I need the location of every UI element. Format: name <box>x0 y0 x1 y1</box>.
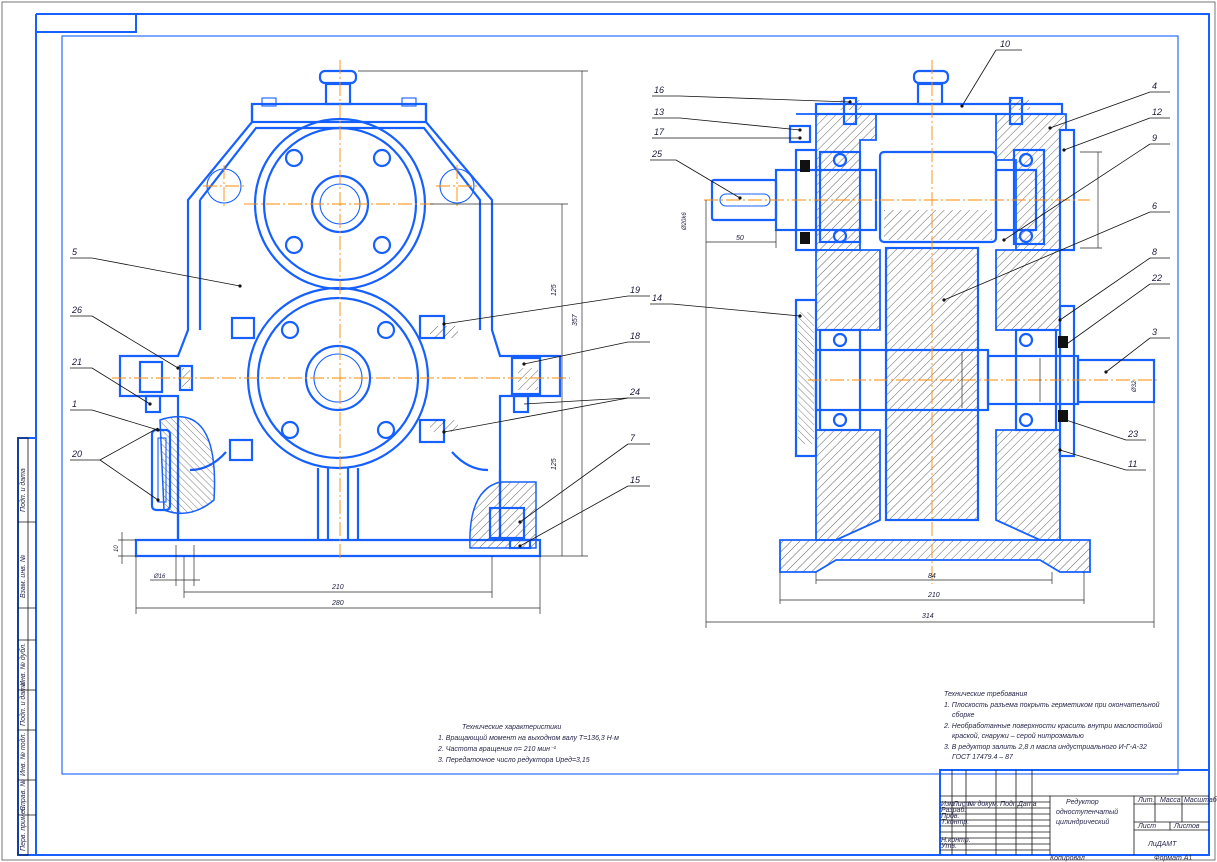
tech-specs-line: 1. Вращающий момент на выходном валу T=1… <box>438 734 619 742</box>
dim-210-front: 210 <box>331 584 344 591</box>
callout-number: 9 <box>1152 133 1157 143</box>
callout-number: 18 <box>630 331 640 341</box>
tech-specs-line: 2. Частота вращения n= 210 мин⁻¹ <box>437 746 557 753</box>
strip-label: Подп. и дата <box>19 468 27 512</box>
leader-dot <box>518 544 522 548</box>
tech-specs-line: 3. Передаточное число редуктора Uред=3,1… <box>438 756 590 764</box>
tb-role: Утв. <box>940 843 957 850</box>
tb-role: Т.контр. <box>941 819 969 826</box>
callout-number: 19 <box>630 285 640 295</box>
callout-number: 6 <box>1152 201 1157 211</box>
dim-125-lower: 125 <box>551 458 558 470</box>
leader-dot <box>442 322 446 326</box>
dim-10: 10 <box>114 545 120 552</box>
tb-col: Дата <box>1017 801 1037 808</box>
tech-req-line: 3. В редуктор залить 2,8 л масла индустр… <box>944 743 1147 751</box>
leader-dot <box>156 498 160 502</box>
tb-name: цилиндрический <box>1056 818 1109 826</box>
leader-dot <box>1058 416 1062 420</box>
tb-lit: Лит. <box>1137 797 1154 804</box>
callout-number: 11 <box>1128 459 1137 469</box>
leader-dot <box>1062 148 1066 152</box>
callout-number: 25 <box>651 149 663 159</box>
leader-dot <box>798 314 802 318</box>
callout-number: 14 <box>652 293 662 303</box>
leader-dot <box>738 196 742 200</box>
callout-number: 1 <box>72 399 77 409</box>
tb-col: Подп. <box>1000 800 1019 808</box>
tech-req-line: сборке <box>952 711 975 719</box>
tb-col: № докум. <box>968 800 999 808</box>
leader-dot <box>1058 318 1062 322</box>
callout-number: 12 <box>1152 107 1162 117</box>
dim-125-upper: 125 <box>551 284 558 296</box>
callout-number: 3 <box>1152 327 1157 337</box>
callout-number: 20 <box>71 449 82 459</box>
tb-name: одноступенчатый <box>1056 808 1118 816</box>
leader-dot <box>148 402 152 406</box>
tech-req-line: краской, снаружи – серой нитроэмалью <box>952 732 1084 740</box>
tech-req-line: ГОСТ 17479.4 – 87 <box>952 754 1014 761</box>
callout-number: 21 <box>71 357 82 367</box>
tech-req-line: 1. Плоскость разъема покрыть герметиком … <box>944 701 1160 709</box>
tech-req-title: Технические требования <box>944 690 1027 698</box>
tb-mass: Масса <box>1160 797 1181 804</box>
callout-number: 8 <box>1152 247 1157 257</box>
callout-number: 24 <box>629 387 640 397</box>
dim-input-shaft: Ø20k6 <box>682 212 688 231</box>
leader-dot <box>1104 370 1108 374</box>
callout-number: 15 <box>630 475 641 485</box>
leader-dot <box>798 128 802 132</box>
leader-dot <box>942 298 946 302</box>
leader-dot <box>1002 238 1006 242</box>
callout-number: 4 <box>1152 81 1157 91</box>
dim-314: 314 <box>922 613 934 620</box>
leader-dot <box>518 520 522 524</box>
strip-label: Перв. примен. <box>20 804 27 851</box>
callout-number: 26 <box>71 305 82 315</box>
tb-name: Редуктор <box>1066 798 1099 806</box>
tech-specs-title: Технические характеристики <box>462 724 561 731</box>
strip-label: Взам. инв. № <box>20 554 27 598</box>
tb-scale: Масштаб <box>1184 796 1217 804</box>
tb-format: Формат А1 <box>1154 855 1192 862</box>
callout-number: 13 <box>654 107 664 117</box>
leader-dot <box>522 362 526 366</box>
leader-dot <box>1058 448 1062 452</box>
dim-280: 280 <box>331 600 344 607</box>
strip-label: Инв. № дубл. <box>19 643 27 686</box>
leader-dot <box>848 100 852 104</box>
callout-number: 10 <box>1000 39 1010 49</box>
tech-req-line: 2. Необработанные поверхности красить вн… <box>943 722 1162 730</box>
leader-dot <box>798 136 802 140</box>
callout-number: 23 <box>1127 429 1138 439</box>
leader-dot <box>238 284 242 288</box>
callout-number: 22 <box>1151 273 1162 283</box>
dim-50: 50 <box>736 235 744 242</box>
dim-84: 84 <box>928 573 936 580</box>
dim-output-shaft: Ø32 <box>1132 380 1138 393</box>
tb-sheets: Листов <box>1173 823 1200 830</box>
assembly-drawing: Подп. и дата Взам. инв. № Инв. № дубл. П… <box>1 1 1217 862</box>
dim-d16: Ø16 <box>153 574 166 580</box>
dim-210-section: 210 <box>927 592 940 599</box>
strip-label: Подп. и дата <box>19 682 27 726</box>
dim-357: 357 <box>572 313 579 326</box>
strip-label: Инв. № подл. <box>19 733 27 776</box>
tb-copied: Копировал <box>1050 855 1085 862</box>
callout-number: 16 <box>654 85 664 95</box>
leader-dot <box>1048 126 1052 130</box>
leader-dot <box>1062 344 1066 348</box>
leader-dot <box>960 104 964 108</box>
tb-org: ЛиДАМТ <box>1147 841 1177 848</box>
callout-number: 17 <box>654 127 665 137</box>
leader-dot <box>442 430 446 434</box>
leader-dot <box>176 366 180 370</box>
tb-sheet: Лист <box>1137 823 1156 830</box>
